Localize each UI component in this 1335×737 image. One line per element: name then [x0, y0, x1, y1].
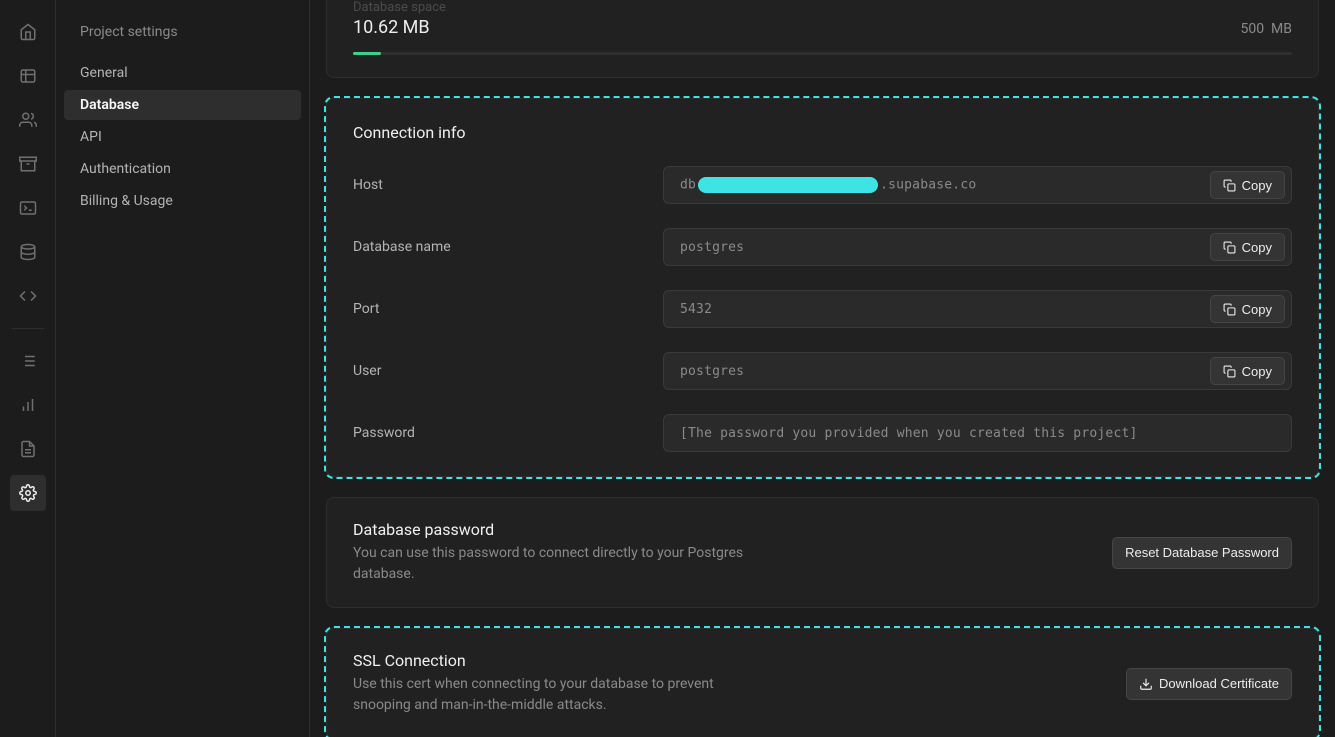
- copy-label: Copy: [1242, 364, 1272, 379]
- settings-sidebar: Project settings General Database API Au…: [56, 0, 310, 737]
- sidebar-item-label: Database: [80, 97, 139, 113]
- reset-password-label: Reset Database Password: [1125, 545, 1279, 560]
- copy-icon: [1223, 365, 1236, 378]
- copy-icon: [1223, 303, 1236, 316]
- sidebar-item-general[interactable]: General: [64, 58, 301, 88]
- usage-progress-fill: [353, 52, 381, 55]
- chart-icon[interactable]: [10, 387, 46, 423]
- field-row-port: Port 5432 Copy: [327, 278, 1318, 340]
- field-value-user: postgres Copy: [663, 352, 1292, 390]
- field-label-password: Password: [353, 425, 663, 441]
- user-value: postgres: [680, 364, 744, 379]
- field-label-port: Port: [353, 301, 663, 317]
- host-value: db .supabase.co: [680, 177, 976, 193]
- download-icon: [1139, 677, 1153, 691]
- code-icon[interactable]: [10, 278, 46, 314]
- ssl-title: SSL Connection: [353, 651, 773, 670]
- field-value-dbname: postgres Copy: [663, 228, 1292, 266]
- field-value-port: 5432 Copy: [663, 290, 1292, 328]
- db-password-title: Database password: [353, 520, 773, 539]
- copy-label: Copy: [1242, 178, 1272, 193]
- main-content: Database space 10.62 MB 500 MB Connectio…: [310, 0, 1335, 737]
- icon-sidebar: [0, 0, 56, 737]
- copy-dbname-button[interactable]: Copy: [1210, 233, 1285, 261]
- home-icon[interactable]: [10, 14, 46, 50]
- copy-host-button[interactable]: Copy: [1210, 171, 1285, 199]
- file-icon[interactable]: [10, 431, 46, 467]
- reset-password-button[interactable]: Reset Database Password: [1112, 537, 1292, 569]
- gear-icon[interactable]: [10, 475, 46, 511]
- sidebar-item-authentication[interactable]: Authentication: [64, 154, 301, 184]
- host-prefix: db: [680, 178, 696, 193]
- db-password-desc: You can use this password to connect dir…: [353, 543, 773, 585]
- usage-label: Database space: [353, 0, 1292, 15]
- copy-label: Copy: [1242, 302, 1272, 317]
- ssl-card: SSL Connection Use this cert when connec…: [326, 628, 1319, 737]
- field-label-user: User: [353, 363, 663, 379]
- field-label-dbname: Database name: [353, 239, 663, 255]
- users-icon[interactable]: [10, 102, 46, 138]
- field-label-host: Host: [353, 177, 663, 193]
- field-row-password: Password [The password you provided when…: [327, 402, 1318, 476]
- copy-label: Copy: [1242, 240, 1272, 255]
- usage-progress: [353, 52, 1292, 55]
- sidebar-item-database[interactable]: Database: [64, 90, 301, 120]
- table-icon[interactable]: [10, 58, 46, 94]
- terminal-icon[interactable]: [10, 190, 46, 226]
- usage-limit: 500 MB: [1240, 21, 1292, 37]
- sidebar-item-label: Billing & Usage: [80, 193, 173, 209]
- usage-card: Database space 10.62 MB 500 MB: [326, 0, 1319, 78]
- usage-limit-unit: MB: [1271, 21, 1292, 37]
- field-row-host: Host db .supabase.co Copy: [327, 154, 1318, 216]
- copy-icon: [1223, 241, 1236, 254]
- usage-limit-value: 500: [1240, 21, 1264, 37]
- archive-icon[interactable]: [10, 146, 46, 182]
- host-suffix: .supabase.co: [880, 178, 976, 193]
- download-cert-button[interactable]: Download Certificate: [1126, 668, 1292, 700]
- host-redacted: [698, 177, 878, 193]
- connection-info-title: Connection info: [353, 123, 1292, 142]
- iconbar-divider: [12, 328, 44, 329]
- ssl-desc: Use this cert when connecting to your da…: [353, 674, 773, 716]
- password-value: [The password you provided when you crea…: [680, 426, 1138, 441]
- list-icon[interactable]: [10, 343, 46, 379]
- dbname-value: postgres: [680, 240, 744, 255]
- sidebar-item-billing[interactable]: Billing & Usage: [64, 186, 301, 216]
- sidebar-item-label: Authentication: [80, 161, 171, 177]
- port-value: 5432: [680, 302, 712, 317]
- download-cert-label: Download Certificate: [1159, 676, 1279, 691]
- field-row-user: User postgres Copy: [327, 340, 1318, 402]
- db-password-card: Database password You can use this passw…: [326, 497, 1319, 608]
- sidebar-item-label: General: [80, 65, 128, 81]
- usage-value: 10.62 MB: [353, 17, 430, 38]
- copy-user-button[interactable]: Copy: [1210, 357, 1285, 385]
- database-icon[interactable]: [10, 234, 46, 270]
- sidebar-item-label: API: [80, 129, 102, 145]
- connection-info-card: Connection info Host db .supabase.co Copy…: [326, 98, 1319, 477]
- copy-icon: [1223, 179, 1236, 192]
- sidebar-header: Project settings: [64, 10, 301, 58]
- copy-port-button[interactable]: Copy: [1210, 295, 1285, 323]
- field-value-host: db .supabase.co Copy: [663, 166, 1292, 204]
- field-value-password: [The password you provided when you crea…: [663, 414, 1292, 452]
- sidebar-item-api[interactable]: API: [64, 122, 301, 152]
- field-row-dbname: Database name postgres Copy: [327, 216, 1318, 278]
